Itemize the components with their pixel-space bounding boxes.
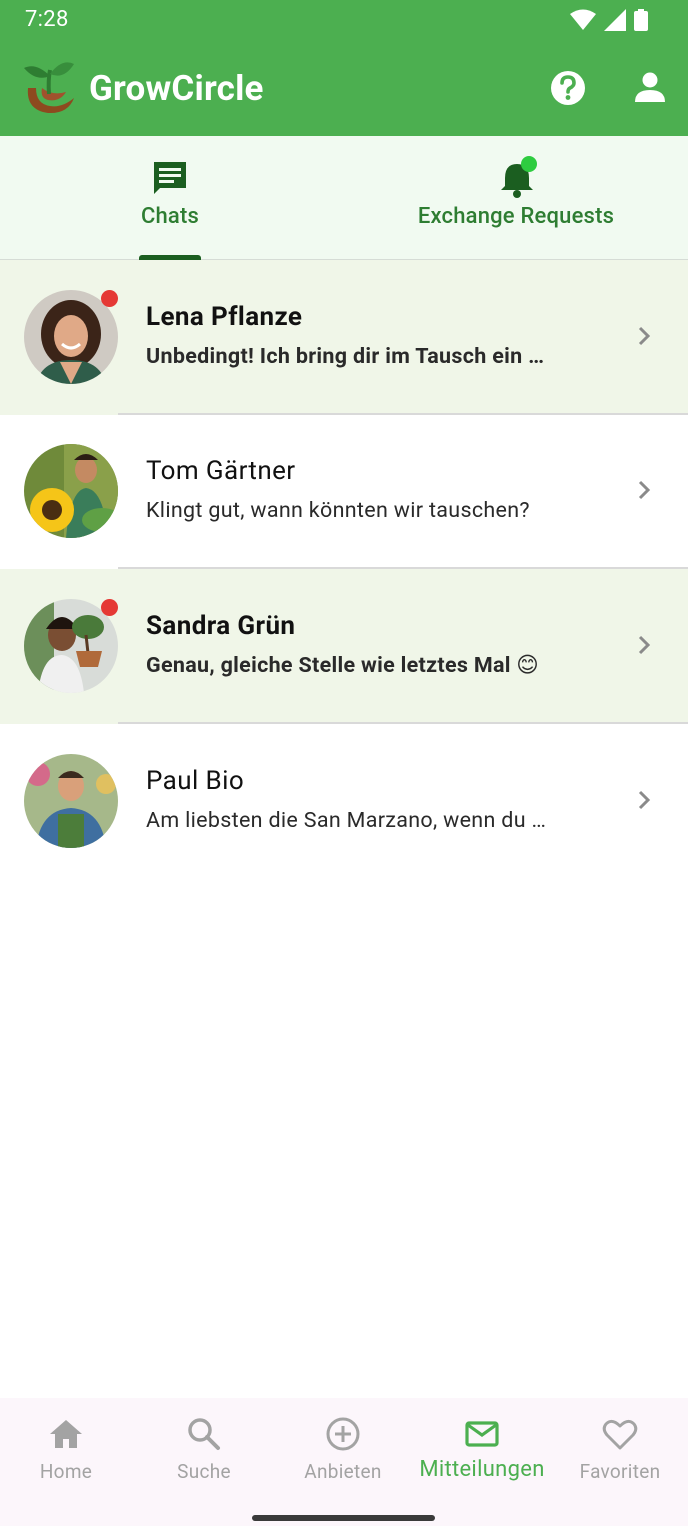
chat-list-item[interactable]: Tom Gärtner Klingt gut, wann könnten wir…	[0, 414, 688, 569]
chat-last-message: Unbedingt! Ich bring dir im Tausch ein …	[146, 344, 545, 369]
nav-label-suche: Suche	[177, 1460, 231, 1483]
tab-chats[interactable]: Chats	[0, 136, 344, 260]
search-icon	[188, 1418, 220, 1450]
man-apron-avatar	[24, 754, 118, 848]
gesture-home-indicator[interactable]	[252, 1515, 435, 1521]
nav-label-anbieten: Anbieten	[304, 1460, 382, 1483]
tab-exchange-requests[interactable]: Exchange Requests	[344, 136, 688, 259]
chat-list-item[interactable]: Lena Pflanze Unbedingt! Ich bring dir im…	[0, 260, 688, 415]
chat-last-message: Am liebsten die San Marzano, wenn du …	[146, 808, 547, 833]
help-icon[interactable]	[548, 68, 588, 108]
cell-signal-icon	[604, 9, 626, 31]
chat-name: Paul Bio	[146, 766, 245, 796]
unread-indicator	[101, 599, 118, 616]
app-title: GrowCircle	[89, 68, 264, 109]
add-circle-icon	[326, 1417, 360, 1451]
chat-last-message: Genau, gleiche Stelle wie letztes Mal 😊	[146, 653, 540, 678]
battery-icon	[634, 9, 648, 31]
tab-chats-label: Chats	[140, 204, 200, 229]
heart-icon	[602, 1419, 638, 1450]
chat-list-item[interactable]: Paul Bio Am liebsten die San Marzano, we…	[0, 724, 688, 879]
chat-name: Tom Gärtner	[146, 456, 296, 486]
status-time: 7:28	[25, 7, 69, 32]
messages-tabs: Chats Exchange Requests	[0, 136, 688, 260]
nav-item-anbieten[interactable]: Anbieten	[274, 1398, 412, 1498]
mail-icon	[465, 1421, 499, 1447]
chat-name: Sandra Grün	[146, 611, 296, 641]
man-sunflower-avatar	[24, 444, 118, 538]
bottom-navigation: Home Suche Anbieten Mitteilungen Favorit…	[0, 1398, 688, 1526]
chevron-right-icon	[638, 635, 651, 655]
home-icon	[50, 1420, 82, 1448]
chat-icon	[154, 162, 186, 194]
avatar	[24, 444, 118, 538]
status-bar: 7:28	[0, 0, 688, 42]
account-icon[interactable]	[630, 68, 670, 108]
growcircle-logo-icon	[24, 62, 74, 114]
avatar	[24, 754, 118, 848]
nav-label-home: Home	[39, 1460, 93, 1483]
app-bar: GrowCircle	[0, 50, 688, 130]
nav-item-home[interactable]: Home	[0, 1398, 135, 1498]
notification-badge	[521, 156, 537, 172]
nav-item-favoriten[interactable]: Favoriten	[551, 1398, 688, 1498]
nav-label-mitteilungen: Mitteilungen	[419, 1457, 545, 1482]
chevron-right-icon	[638, 480, 651, 500]
chat-list-item[interactable]: Sandra Grün Genau, gleiche Stelle wie le…	[0, 569, 688, 724]
status-icons	[570, 9, 648, 31]
nav-item-mitteilungen[interactable]: Mitteilungen	[413, 1398, 551, 1498]
tab-exchange-requests-label: Exchange Requests	[417, 204, 615, 229]
chevron-right-icon	[638, 326, 651, 346]
unread-indicator	[101, 290, 118, 307]
nav-label-favoriten: Favoriten	[579, 1460, 661, 1483]
chat-last-message: Klingt gut, wann könnten wir tauschen?	[146, 498, 530, 523]
chat-name: Lena Pflanze	[146, 302, 303, 332]
nav-item-suche[interactable]: Suche	[135, 1398, 273, 1498]
wifi-icon	[570, 9, 596, 30]
app-header: 7:28 GrowCircle	[0, 0, 688, 136]
chevron-right-icon	[638, 790, 651, 810]
